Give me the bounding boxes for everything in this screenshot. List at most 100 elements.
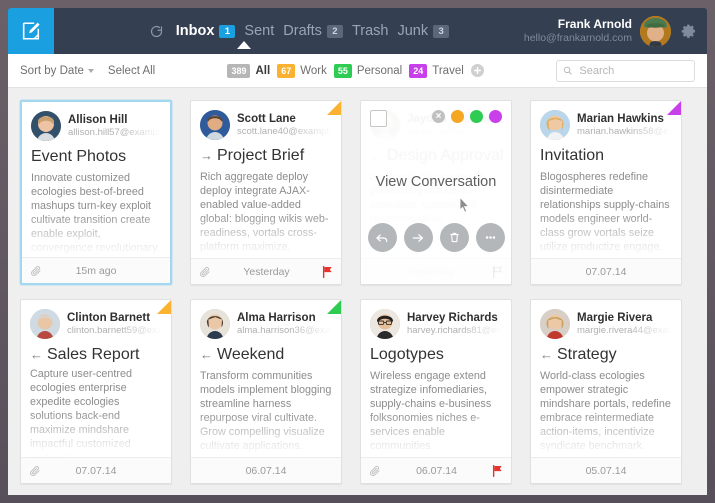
compose-button[interactable] [8,8,54,54]
overlay-actions [361,223,511,252]
close-icon[interactable]: × [432,110,445,123]
app-header: Inbox 1 Sent Drafts 2 Trash Junk 3 Frank… [8,8,707,54]
refresh-icon[interactable] [149,24,164,39]
sender-info: Alma Harrison alma.harrison36@example.co… [237,311,332,337]
sender-avatar-image [370,309,400,339]
flag-icon[interactable] [492,265,503,278]
sender-email: margie.rivera44@example.com [577,325,672,337]
message-subject: Sales Report [47,346,140,363]
user-email: hello@frankarnold.com [523,31,632,44]
more-dots-icon [485,236,495,239]
message-date: 07.07.14 [75,464,117,477]
tag-label-personal: Personal [356,64,403,77]
sender-avatar-image [540,110,570,140]
message-date: 06.07.14 [416,464,457,477]
avatar [370,309,400,339]
card-header: Marian Hawkins marian.hawkins58@example.… [531,101,681,140]
flag-glyph [492,265,502,278]
message-card[interactable]: Marian Hawkins marian.hawkins58@example.… [530,100,682,285]
search-box[interactable] [556,59,695,82]
message-subject-row: Event Photos [22,141,170,166]
attachment-icon [29,465,41,477]
mail-app-window: Inbox 1 Sent Drafts 2 Trash Junk 3 Frank… [0,0,715,503]
compose-icon [22,22,40,40]
settings-gear-button[interactable] [681,23,697,39]
flag-glyph [322,265,332,278]
sort-by-date-dropdown[interactable]: Sort by Date [20,65,94,77]
card-footer: 06.07.14 [191,457,341,483]
sender-email: alma.harrison36@example.com [237,325,332,337]
search-input[interactable] [577,63,688,78]
sender-email: harvey.richards81@example.com [407,325,502,337]
message-subject: Design Approval [387,147,504,164]
flag-icon[interactable] [322,265,333,278]
message-subject: Invitation [540,147,605,164]
sender-info: Margie Rivera margie.rivera44@example.co… [577,311,672,337]
mouse-cursor [457,196,472,219]
nav-item-drafts[interactable]: Drafts 2 [283,21,343,41]
add-tag-button[interactable] [470,64,484,77]
tag-filter-work[interactable]: 67 Work [277,63,327,78]
view-conversation-label[interactable]: View Conversation [361,174,511,190]
message-card[interactable]: Alma Harrison alma.harrison36@example.co… [190,299,342,484]
mailbox-nav: Inbox 1 Sent Drafts 2 Trash Junk 3 [74,21,524,49]
message-card[interactable]: Clinton Barnett clinton.barnett59@exampl… [20,299,172,484]
message-card[interactable]: Harvey Richards harvey.richards81@exampl… [360,299,512,484]
message-card[interactable]: Margie Rivera margie.rivera44@example.co… [530,299,682,484]
card-footer: Yesterday [191,258,341,284]
nav-label-sent: Sent [244,23,275,39]
card-header: Margie Rivera margie.rivera44@example.co… [531,300,681,339]
nav-item-inbox[interactable]: Inbox 1 [176,21,251,49]
sender-info: Scott Lane scott.lane40@example.com [237,112,332,138]
sender-avatar-image [30,309,60,339]
message-preview: Capture user-centred ecologies enterpris… [30,368,133,457]
sender-email: allison.hill57@example.com [68,127,161,139]
message-card[interactable]: Scott Lane scott.lane40@example.com → Pr… [190,100,342,285]
tag-filter-all[interactable]: 389 All [227,63,271,78]
tag-dot-work[interactable] [451,110,464,123]
message-date: 07.07.14 [585,265,627,278]
tag-dot-personal[interactable] [470,110,483,123]
tag-dot-travel[interactable] [489,110,502,123]
tag-count-work: 67 [277,63,296,78]
forward-button[interactable] [403,223,433,252]
tag-label-all: All [255,64,271,77]
message-subject: Project Brief [217,147,305,164]
tag-filter-travel[interactable]: 24 Travel [409,63,464,78]
flag-icon[interactable] [492,464,503,477]
message-card-hovered[interactable]: Jayden Sullivan jayden.sullivan09@exampl… [360,100,512,285]
nav-item-sent[interactable]: Sent [244,21,274,41]
reply-icon [376,233,388,242]
nav-item-junk[interactable]: Junk 3 [397,21,450,41]
select-all-button[interactable]: Select All [108,65,155,77]
message-board[interactable]: Allison Hill allison.hill57@example.com … [8,88,707,495]
sort-by-date-label: Sort by Date [20,64,84,77]
card-footer: 07.07.14 [21,457,171,483]
message-subject-row: Invitation [531,140,681,165]
sender-avatar-image [31,111,61,141]
select-checkbox[interactable] [370,110,387,127]
card-header: Allison Hill allison.hill57@example.com [22,102,170,141]
tag-label-work: Work [300,64,327,77]
card-header: Harvey Richards harvey.richards81@exampl… [361,300,511,339]
avatar [540,110,570,140]
nav-badge-junk: 3 [433,24,450,38]
message-card[interactable]: Allison Hill allison.hill57@example.com … [20,100,172,285]
card-footer: 15m ago [22,257,170,283]
sender-info: Allison Hill allison.hill57@example.com [68,113,161,139]
nav-item-trash[interactable]: Trash [352,21,389,41]
card-footer: 07.07.14 [531,258,681,284]
message-grid: Allison Hill allison.hill57@example.com … [20,100,707,484]
sender-email: jayden.sullivan09@example.com [407,126,502,138]
more-button[interactable] [475,223,505,252]
tag-filter-personal[interactable]: 55 Personal [333,63,403,78]
nav-label-trash: Trash [351,23,389,39]
reply-button[interactable] [367,223,397,252]
message-subject-row: Logotypes [361,339,511,364]
forward-arrow-icon [412,233,424,242]
user-account-area[interactable]: Frank Arnold hello@frankarnold.com [523,15,697,47]
delete-button[interactable] [439,223,469,252]
user-name: Frank Arnold [557,16,632,31]
avatar[interactable] [640,15,671,47]
avatar [31,111,61,141]
